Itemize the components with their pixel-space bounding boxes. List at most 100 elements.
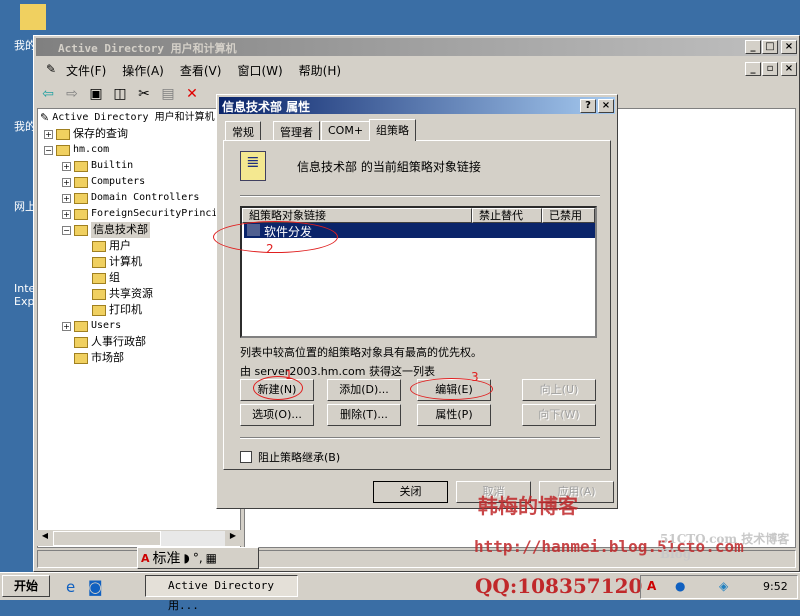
menu-help[interactable]: 帮助(H) bbox=[291, 60, 349, 80]
expander-icon[interactable]: − bbox=[62, 225, 71, 235]
delete-icon[interactable]: ✕ bbox=[182, 84, 202, 104]
punct-icon[interactable]: °, bbox=[193, 551, 203, 565]
up-folder-icon[interactable]: ▣ bbox=[86, 84, 106, 104]
expander-icon[interactable]: + bbox=[62, 193, 71, 203]
dialog-title: 信息技术部 属性 bbox=[219, 97, 615, 114]
back-icon[interactable]: ⇦ bbox=[38, 84, 58, 104]
tree-item-label: 保存的查询 bbox=[73, 127, 128, 140]
start-button[interactable]: 开始 bbox=[2, 575, 50, 597]
maximize-button[interactable]: □ bbox=[762, 40, 778, 54]
divider bbox=[240, 195, 600, 197]
block-inheritance-checkbox[interactable]: 阻止策略继承(B) bbox=[240, 449, 340, 465]
expander-icon[interactable]: − bbox=[44, 145, 53, 155]
options-button[interactable]: 选项(O)... bbox=[240, 404, 314, 426]
desktop-shortcut-icon[interactable]: ◙ bbox=[88, 578, 103, 596]
minimize-button[interactable]: _ bbox=[745, 40, 761, 54]
child-close-button[interactable]: × bbox=[781, 62, 797, 76]
help-button[interactable]: ? bbox=[580, 99, 596, 113]
tree-item[interactable]: + Domain Controllers bbox=[62, 190, 199, 206]
ime-bar[interactable]: A 标准 ◗ °, ▦ bbox=[137, 547, 259, 569]
move-down-button[interactable]: 向下(W) bbox=[522, 404, 596, 426]
child-restore-button[interactable]: ▫ bbox=[762, 62, 778, 76]
tree-item[interactable]: 用户 bbox=[80, 238, 131, 254]
tree-item[interactable]: 市场部 bbox=[62, 350, 124, 366]
paste-icon[interactable]: ▤ bbox=[158, 84, 178, 104]
tree-item[interactable]: 共享资源 bbox=[80, 286, 153, 302]
expander-icon[interactable]: + bbox=[62, 161, 71, 171]
column-header[interactable]: 已禁用 bbox=[542, 208, 595, 223]
checkbox[interactable] bbox=[240, 451, 252, 463]
menu-file[interactable]: 文件(F) bbox=[58, 60, 114, 80]
tree-item-label: 打印机 bbox=[109, 303, 142, 316]
folder-icon bbox=[56, 144, 70, 156]
annotation-circle bbox=[213, 221, 338, 253]
show-tree-icon[interactable]: ◫ bbox=[110, 84, 130, 104]
scroll-thumb[interactable] bbox=[53, 531, 161, 546]
tree-item[interactable]: + 保存的查询 bbox=[44, 126, 128, 142]
tree-item[interactable]: − hm.com bbox=[44, 142, 109, 158]
tree-item[interactable]: 打印机 bbox=[80, 302, 142, 318]
help-tray-icon[interactable]: ● bbox=[675, 579, 685, 593]
cut-icon[interactable]: ✂ bbox=[134, 84, 154, 104]
ime-icon[interactable]: A bbox=[141, 552, 150, 565]
tab-general[interactable]: 常规 bbox=[225, 121, 261, 141]
tab-group-policy[interactable]: 组策略 bbox=[369, 119, 416, 141]
desktop-icon-label[interactable]: Internet Explorer bbox=[14, 282, 34, 308]
watermark-qq: QQ:108357120 bbox=[475, 574, 643, 598]
tree-item[interactable]: + Users bbox=[62, 318, 121, 334]
tree-item[interactable]: − 信息技术部 bbox=[62, 222, 150, 238]
ime-tray-icon[interactable]: A bbox=[647, 579, 656, 593]
tree-item[interactable]: + ForeignSecurityPrincipals bbox=[62, 206, 240, 222]
keyboard-icon[interactable]: ▦ bbox=[206, 551, 217, 565]
folder-icon bbox=[74, 336, 88, 348]
dialog-close-button[interactable]: × bbox=[598, 99, 614, 113]
tree-item[interactable]: + Computers bbox=[62, 174, 145, 190]
menu-view[interactable]: 查看(V) bbox=[172, 60, 230, 80]
menu-bar: ✎ 文件(F) 操作(A) 查看(V) 窗口(W) 帮助(H) bbox=[38, 60, 349, 80]
annotation-number: 2 bbox=[266, 242, 274, 256]
move-up-button[interactable]: 向上(U) bbox=[522, 379, 596, 401]
child-minimize-button[interactable]: _ bbox=[745, 62, 761, 76]
tree-item-label: 组 bbox=[109, 271, 120, 284]
menu-window[interactable]: 窗口(W) bbox=[229, 60, 290, 80]
ime-mode[interactable]: 标准 bbox=[153, 548, 181, 568]
delete-button[interactable]: 删除(T)... bbox=[327, 404, 401, 426]
system-tray: A ● ◈ 9:52 bbox=[640, 575, 798, 599]
close-button[interactable]: × bbox=[781, 40, 797, 54]
network-tray-icon[interactable]: ◈ bbox=[719, 579, 728, 593]
taskbar-item-ad[interactable]: Active Directory 用... bbox=[145, 575, 298, 612]
close-dialog-button[interactable]: 关闭 bbox=[373, 481, 448, 503]
expander-icon[interactable]: + bbox=[62, 209, 71, 219]
ie-icon[interactable]: e bbox=[66, 578, 75, 596]
folder-icon bbox=[92, 272, 106, 284]
add-button[interactable]: 添加(D)... bbox=[327, 379, 401, 401]
expander-icon[interactable]: + bbox=[62, 321, 71, 331]
expander-icon[interactable]: + bbox=[44, 129, 53, 139]
tree-item[interactable]: 人事行政部 bbox=[62, 334, 146, 350]
expander-icon[interactable]: + bbox=[62, 177, 71, 187]
folder-icon bbox=[74, 192, 88, 204]
scroll-right-button[interactable]: ▶ bbox=[225, 531, 241, 546]
tree-horizontal-scrollbar[interactable]: ◀ ▶ bbox=[37, 530, 241, 546]
tree-item[interactable]: 组 bbox=[80, 270, 120, 286]
folder-icon bbox=[92, 304, 106, 316]
scroll-policy-icon: ≣ bbox=[240, 151, 266, 181]
tree-item-label: Domain Controllers bbox=[91, 192, 200, 203]
tree-root[interactable]: ✎ Active Directory 用户和计算机 bbox=[40, 110, 215, 126]
column-header[interactable]: 禁止替代 bbox=[472, 208, 542, 223]
tab-managed-by[interactable]: 管理者 bbox=[273, 121, 320, 141]
my-documents-icon[interactable] bbox=[20, 4, 46, 30]
tree-item[interactable]: 计算机 bbox=[80, 254, 142, 270]
properties-button[interactable]: 属性(P) bbox=[417, 404, 491, 426]
tree-pane[interactable]: ✎ Active Directory 用户和计算机 + 保存的查询 − hm.com + B… bbox=[37, 108, 241, 548]
group-policy-panel: ≣ 信息技术部 的当前組策略对象链接 組策略对象链接 禁止替代 已禁用 软件分发… bbox=[223, 140, 611, 470]
moon-icon[interactable]: ◗ bbox=[184, 551, 190, 565]
taskbar: 开始 e ◙ Active Directory 用... QQ:10835712… bbox=[0, 572, 800, 612]
menu-action[interactable]: 操作(A) bbox=[114, 60, 172, 80]
tree-item[interactable]: + Builtin bbox=[62, 158, 133, 174]
scroll-left-button[interactable]: ◀ bbox=[37, 531, 53, 546]
watermark-site: 51CTO.com 技术博客 Blog bbox=[660, 532, 790, 561]
window-title: Active Directory 用户和计算机 bbox=[36, 38, 797, 56]
forward-icon[interactable]: ⇨ bbox=[62, 84, 82, 104]
tab-com[interactable]: COM+ bbox=[321, 121, 371, 141]
